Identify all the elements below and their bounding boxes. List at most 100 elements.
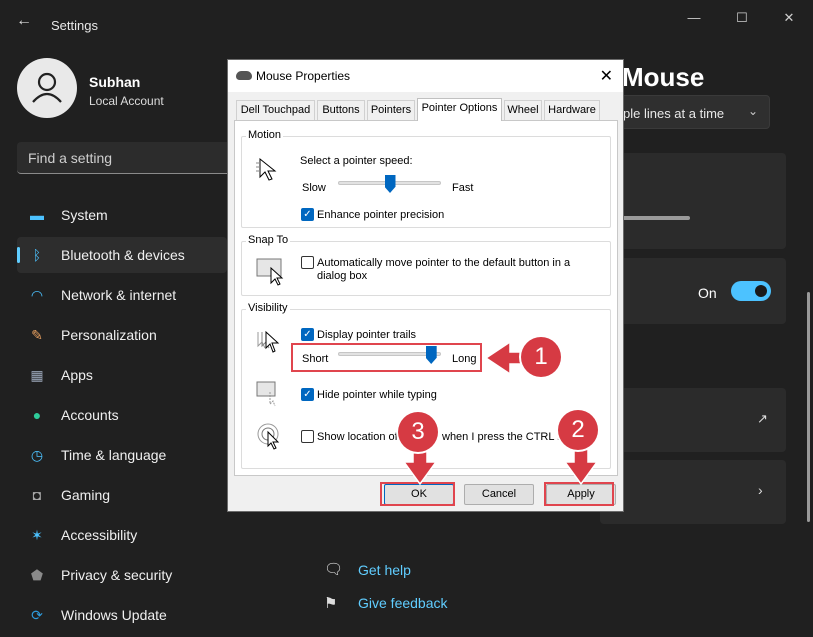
- tab-pointer-options[interactable]: Pointer Options: [417, 98, 502, 121]
- sidebar-item-label: Time & language: [61, 447, 167, 463]
- sidebar-item-windows-update[interactable]: ⟳ Windows Update: [17, 597, 227, 633]
- snap-to-group: Snap To Automatically move pointer to th…: [241, 234, 611, 296]
- get-help-link[interactable]: Get help: [358, 562, 411, 578]
- hide-pointer-icon: [256, 381, 276, 407]
- mouse-icon: [236, 71, 252, 80]
- chevron-right-icon: ›: [758, 482, 763, 498]
- app-title: Settings: [51, 18, 98, 33]
- sidebar-item-label: Accessibility: [61, 527, 138, 543]
- scroll-inactive-toggle[interactable]: [731, 281, 771, 301]
- hide-pointer-label: Hide pointer while typing: [317, 389, 437, 401]
- sidebar-item-label: Bluetooth & devices: [61, 247, 185, 263]
- dialog-title: Mouse Properties: [256, 69, 351, 83]
- sidebar-item-label: Apps: [61, 367, 93, 383]
- search-input[interactable]: Find a setting: [17, 142, 232, 174]
- pointer-trails-checkbox[interactable]: ✓: [301, 328, 314, 341]
- maximize-button[interactable]: ☐: [728, 8, 756, 28]
- clock-icon: ◷: [30, 447, 44, 463]
- sidebar-item-label: Windows Update: [61, 607, 167, 623]
- setting-card-scroll: [600, 95, 786, 145]
- visibility-label: Visibility: [246, 302, 290, 314]
- annotation-badge-3: 3: [398, 412, 438, 452]
- title-bar: ← Settings — ☐ ✕: [0, 0, 813, 40]
- show-location-checkbox[interactable]: [301, 430, 314, 443]
- sidebar-item-label: System: [61, 207, 108, 223]
- sidebar-item-label: Personalization: [61, 327, 157, 343]
- close-button[interactable]: ✕: [775, 8, 803, 28]
- sidebar-item-accessibility[interactable]: ✶ Accessibility: [17, 517, 227, 553]
- back-arrow-icon[interactable]: ←: [16, 12, 36, 30]
- give-feedback-link[interactable]: Give feedback: [358, 595, 448, 611]
- sidebar-item-label: Gaming: [61, 487, 111, 503]
- cancel-button[interactable]: Cancel: [464, 484, 534, 505]
- user-account-type: Local Account: [89, 94, 164, 108]
- sidebar-item-gaming[interactable]: ◘ Gaming: [17, 477, 227, 513]
- annotation-badge-2: 2: [558, 410, 598, 450]
- enhance-precision-label: Enhance pointer precision: [317, 209, 445, 221]
- help-icon: 🗨: [324, 561, 344, 578]
- tab-dell-touchpad[interactable]: Dell Touchpad: [236, 100, 315, 120]
- avatar[interactable]: [17, 58, 77, 118]
- sidebar-item-bluetooth-devices[interactable]: ᛒ Bluetooth & devices: [17, 237, 227, 273]
- snap-to-checkbox[interactable]: [301, 256, 314, 269]
- dialog-title-bar: Mouse Properties ✕: [228, 60, 623, 92]
- show-location-label: Show location of p: [317, 431, 407, 443]
- tab-hardware[interactable]: Hardware: [544, 100, 600, 120]
- snap-to-icon: [256, 258, 284, 286]
- pointer-trails-label: Display pointer trails: [317, 329, 417, 341]
- sidebar-item-label: Network & internet: [61, 287, 177, 303]
- pointer-trails-icon: [257, 330, 280, 353]
- person-icon: [32, 72, 62, 103]
- enhance-precision-checkbox[interactable]: ✓: [301, 208, 314, 221]
- setting-card-link[interactable]: ↗: [600, 388, 786, 452]
- wifi-icon: ◠: [30, 287, 44, 303]
- snap-to-text: Automatically move pointer to the defaul…: [317, 257, 571, 282]
- motion-group: Motion Select a pointer speed: Slow Fast…: [241, 129, 611, 228]
- sidebar-item-label: Privacy & security: [61, 567, 173, 583]
- motion-label: Motion: [246, 129, 284, 141]
- pointer-speed-icon: [256, 157, 277, 181]
- page-title: Mouse: [622, 62, 705, 92]
- user-name: Subhan: [89, 74, 141, 90]
- trails-slider-highlight: [291, 343, 482, 372]
- show-location-icon: [257, 423, 280, 450]
- slow-label: Slow: [302, 182, 326, 194]
- sidebar-item-label: Accounts: [61, 407, 119, 423]
- search-placeholder: Find a setting: [28, 150, 113, 166]
- sidebar-item-apps[interactable]: ▦ Apps: [17, 357, 227, 393]
- accessibility-icon: ✶: [31, 527, 43, 543]
- speed-slider-thumb[interactable]: [384, 175, 396, 193]
- sidebar-item-personalization[interactable]: ✎ Personalization: [17, 317, 227, 353]
- sidebar-item-system[interactable]: ▬ System: [17, 197, 227, 233]
- hide-pointer-checkbox[interactable]: ✓: [301, 388, 314, 401]
- external-link-icon: ↗: [757, 411, 768, 426]
- toggle-label: On: [698, 285, 717, 301]
- setting-card-lines: [600, 153, 786, 249]
- show-location-label-tail: when I press the CTRL key: [442, 431, 575, 443]
- update-icon: ⟳: [31, 607, 43, 623]
- monitor-icon: ▬: [30, 207, 44, 223]
- sidebar-item-time-language[interactable]: ◷ Time & language: [17, 437, 227, 473]
- setting-card-additional[interactable]: ›: [600, 460, 786, 524]
- snap-to-label: Snap To: [246, 234, 291, 246]
- tab-buttons[interactable]: Buttons: [317, 100, 365, 120]
- shield-icon: ⬟: [30, 567, 44, 583]
- bluetooth-icon: ᛒ: [32, 247, 42, 263]
- feedback-icon: ⚑: [324, 595, 338, 612]
- brush-icon: ✎: [31, 327, 43, 343]
- tab-pointers[interactable]: Pointers: [367, 100, 415, 120]
- scrollbar[interactable]: [807, 292, 810, 522]
- tab-wheel[interactable]: Wheel: [504, 100, 542, 120]
- minimize-button[interactable]: —: [680, 8, 708, 28]
- apps-icon: ▦: [30, 367, 44, 383]
- speed-label: Select a pointer speed:: [300, 155, 413, 167]
- sidebar-item-privacy-security[interactable]: ⬟ Privacy & security: [17, 557, 227, 593]
- gamepad-icon: ◘: [32, 487, 42, 503]
- sidebar-item-network-internet[interactable]: ◠ Network & internet: [17, 277, 227, 313]
- person-icon: ●: [32, 407, 42, 423]
- sidebar-item-accounts[interactable]: ● Accounts: [17, 397, 227, 433]
- dialog-close-button[interactable]: ✕: [600, 66, 613, 86]
- fast-label: Fast: [452, 182, 474, 194]
- selection-indicator: [17, 247, 20, 263]
- annotation-badge-1: 1: [521, 337, 561, 377]
